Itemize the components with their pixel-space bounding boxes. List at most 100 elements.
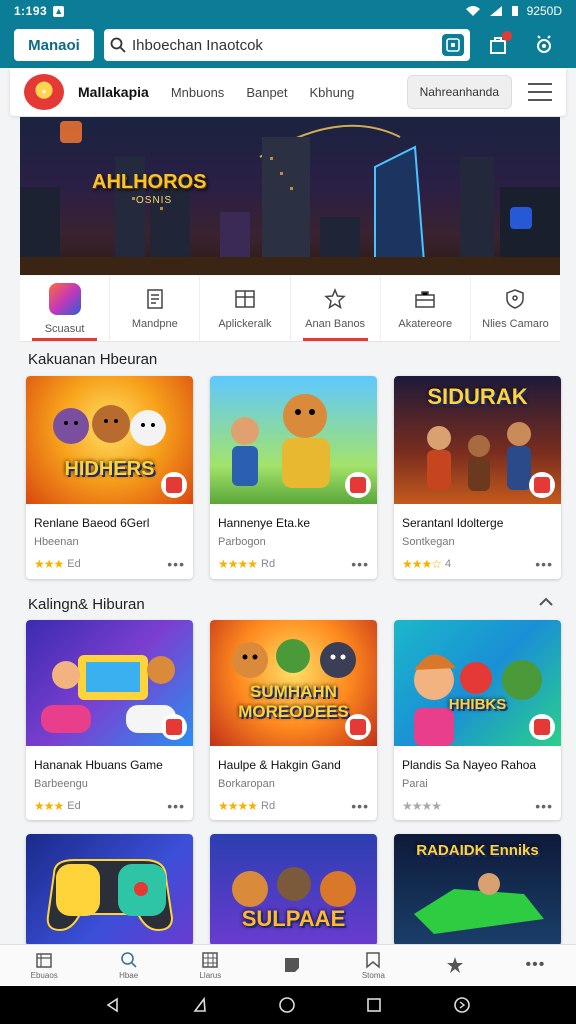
- game-card[interactable]: HIDHERS Renlane Baeod 6Gerl Hbeenan ★★★ E…: [26, 376, 193, 579]
- more-options-icon[interactable]: •••: [167, 556, 185, 572]
- qr-scan-icon[interactable]: [442, 34, 464, 56]
- nav-title[interactable]: Mallakapia: [78, 84, 149, 100]
- bottom-nav-more[interactable]: •••: [526, 956, 546, 976]
- chevron-up-icon[interactable]: [538, 596, 554, 608]
- category-3[interactable]: Aplickeralk: [200, 276, 291, 341]
- category-tag-icon: [529, 472, 555, 498]
- game-subtitle: Sontkegan: [402, 536, 455, 548]
- bottom-nav-bookmark[interactable]: Stoma: [362, 951, 385, 980]
- nav-link-1[interactable]: Mnbuons: [171, 85, 224, 100]
- rating-stars: ★★★: [34, 557, 64, 571]
- game-card[interactable]: SIDURAK Serantanl Idolterge Sontkegan ★★…: [394, 376, 561, 579]
- recents-icon[interactable]: [366, 997, 382, 1013]
- category-label: Nlies Camaro: [482, 317, 549, 330]
- hero-banner[interactable]: AHLHOROS OSNIS: [20, 117, 560, 275]
- game-thumbnail: RADAIDK Enniks: [394, 834, 561, 946]
- category-4[interactable]: Anan Banos: [291, 276, 381, 341]
- search-box[interactable]: [104, 29, 470, 61]
- more-options-icon[interactable]: •••: [351, 798, 369, 814]
- thumbnail-title: RADAIDK Enniks: [416, 842, 539, 859]
- category-label: Aplickeralk: [218, 317, 272, 330]
- bottom-nav-label: Ebuaos: [30, 971, 58, 980]
- category-2[interactable]: Mandpne: [110, 276, 201, 341]
- bookmark-icon: [366, 952, 381, 969]
- game-subtitle: Parai: [402, 778, 428, 790]
- rating-value: Rd: [261, 800, 276, 812]
- game-card[interactable]: SUMHAHN MOREODEES Haulpe & Hakgin Gand B…: [210, 620, 377, 820]
- rating-value: Ed: [67, 558, 81, 570]
- more-options-icon[interactable]: •••: [351, 556, 369, 572]
- home-button-icon[interactable]: [278, 996, 296, 1014]
- signal-icon: [489, 6, 502, 16]
- rating-stars: ★★★: [34, 799, 64, 813]
- game-thumbnail: SIDURAK: [394, 376, 561, 504]
- nav-link-2[interactable]: Banpet: [246, 85, 287, 100]
- notifications-button[interactable]: [480, 27, 516, 63]
- category-strip: Scuasut Mandpne Aplickeralk Anan Banos A…: [20, 276, 560, 342]
- game-name: Haulpe & Hakgin Gand: [218, 758, 341, 772]
- bottom-nav-favorites[interactable]: [446, 956, 464, 976]
- settings-button[interactable]: [526, 27, 562, 63]
- bottom-nav-notes[interactable]: [283, 956, 301, 976]
- back-icon[interactable]: [105, 997, 121, 1013]
- game-thumbnail: HHIBKS: [394, 620, 561, 746]
- nav-link-3[interactable]: Kbhung: [310, 85, 355, 100]
- category-label: Mandpne: [131, 317, 178, 330]
- category-tag-icon: [161, 472, 187, 498]
- bottom-nav-label: Stoma: [361, 971, 385, 980]
- game-subtitle: Barbeengu: [34, 778, 88, 790]
- more-options-icon[interactable]: •••: [535, 798, 553, 814]
- game-card[interactable]: SULPAAE: [210, 834, 377, 946]
- game-thumbnail: SULPAAE: [210, 834, 377, 946]
- section-title-2: Kalingn& Hiburan: [28, 596, 145, 613]
- game-card[interactable]: HHIBKS Plandis Sa Nayeo Rahoa Parai ★★★★…: [394, 620, 561, 820]
- system-nav-bar: [0, 986, 576, 1024]
- bottom-nav-home[interactable]: Ebuaos: [31, 951, 58, 980]
- game-subtitle: Parbogon: [218, 536, 266, 548]
- category-5[interactable]: Akatereore: [381, 276, 471, 341]
- game-name: Serantanl Idolterge: [402, 516, 504, 530]
- game-subtitle: Hbeenan: [34, 536, 79, 548]
- game-card[interactable]: Hananak Hbuans Game Barbeengu ★★★ Ed •••: [26, 620, 193, 820]
- battery-icon: [511, 6, 518, 16]
- category-tag-icon: [529, 714, 555, 740]
- game-name: Renlane Baeod 6Gerl: [34, 516, 150, 530]
- thumbnail-title: HHIBKS: [448, 696, 507, 713]
- hamburger-menu-icon[interactable]: [528, 83, 552, 101]
- section-title-1: Kakuanan Hbeuran: [28, 351, 158, 368]
- game-subtitle: Borkaropan: [218, 778, 275, 790]
- game-card[interactable]: Hannenye Eta.ke Parbogon ★★★★ Rd •••: [210, 376, 377, 579]
- nav-cta-button[interactable]: Nahreanhanda: [406, 75, 512, 109]
- rating-stars: ★★★☆: [402, 557, 442, 571]
- banner-title: AHLHOROS: [92, 171, 207, 193]
- game-name: Plandis Sa Nayeo Rahoa: [402, 758, 537, 772]
- star-icon: [447, 956, 464, 973]
- grid-icon: [202, 952, 219, 968]
- bottom-nav-search[interactable]: Hbae: [119, 951, 138, 980]
- triangle-icon[interactable]: [192, 997, 208, 1013]
- brand-button[interactable]: Manaoi: [14, 29, 94, 61]
- category-tag-icon: [345, 714, 371, 740]
- app-bar: Manaoi: [0, 22, 576, 68]
- category-1[interactable]: Scuasut: [20, 276, 111, 341]
- wifi-icon: [465, 6, 480, 16]
- bottom-nav-grid[interactable]: Llarus: [199, 951, 221, 980]
- bottom-nav: Ebuaos Hbae Llarus Stoma •••: [0, 944, 576, 986]
- category-label: Scuasut: [44, 322, 85, 335]
- game-name: Hananak Hbuans Game: [34, 758, 163, 772]
- search-input[interactable]: [132, 36, 436, 54]
- more-options-icon[interactable]: •••: [167, 798, 185, 814]
- more-options-icon[interactable]: •••: [535, 556, 553, 572]
- rating-value: 4: [445, 558, 452, 570]
- rating-value: Rd: [261, 558, 276, 570]
- status-right-text: 9250D: [526, 4, 562, 18]
- game-card[interactable]: [26, 834, 193, 946]
- status-bar: 1:193 ▲ 9250D: [0, 0, 576, 22]
- app-logo[interactable]: ★: [24, 74, 64, 110]
- assistant-icon[interactable]: [453, 996, 471, 1014]
- category-6[interactable]: Nlies Camaro: [471, 276, 560, 341]
- game-thumbnail: [210, 376, 377, 504]
- secondary-nav: ★ Mallakapia Mnbuons Banpet Kbhung Nahre…: [10, 68, 566, 116]
- game-card[interactable]: RADAIDK Enniks: [394, 834, 561, 946]
- game-thumbnail: [26, 834, 193, 946]
